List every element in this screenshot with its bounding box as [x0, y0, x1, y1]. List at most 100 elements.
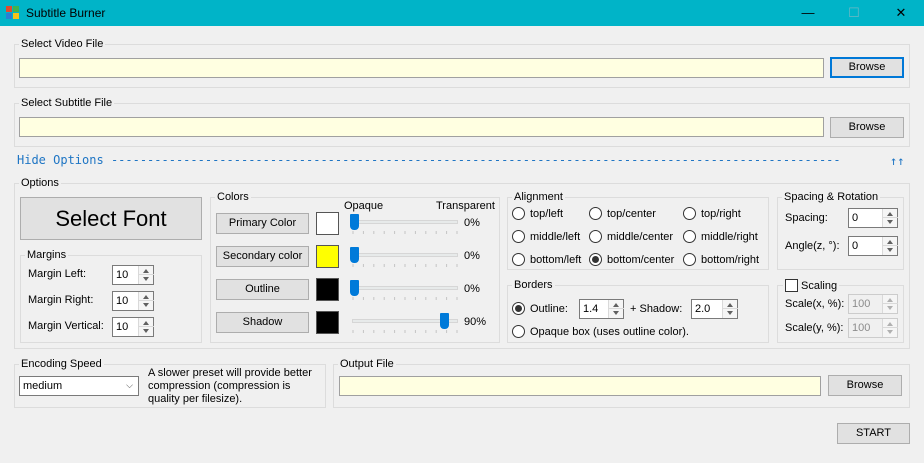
outline-swatch[interactable] — [316, 278, 339, 301]
radio-unselected-icon — [683, 253, 696, 266]
select-font-button[interactable]: Select Font — [20, 197, 202, 240]
outline-radio[interactable]: Outline: — [512, 302, 568, 315]
minimize-button[interactable]: — — [785, 0, 831, 26]
outline-label: Outline: — [530, 302, 568, 315]
app-icon — [6, 6, 20, 20]
scale-x-stepper[interactable]: 100 — [848, 294, 898, 314]
secondary-color-button[interactable]: Secondary color — [216, 246, 309, 267]
align-top-center-radio[interactable]: top/center — [589, 207, 656, 220]
opaque-box-radio[interactable]: Opaque box (uses outline color). — [512, 325, 689, 338]
maximize-button[interactable]: ☐ — [831, 0, 877, 26]
alignment-legend: Alignment — [512, 191, 565, 203]
colors-legend: Colors — [215, 191, 251, 203]
margin-right-stepper[interactable]: 10 — [112, 291, 154, 311]
margin-vertical-stepper[interactable]: 10 — [112, 317, 154, 337]
close-button[interactable]: ✕ — [878, 0, 924, 26]
spinner-arrows-icon[interactable] — [882, 237, 898, 255]
secondary-color-swatch[interactable] — [316, 245, 339, 268]
align-bottom-right-label: bottom/right — [701, 253, 760, 266]
margin-left-label: Margin Left: — [28, 268, 87, 280]
spinner-arrows-icon[interactable] — [882, 209, 898, 227]
secondary-color-slider-thumb[interactable] — [350, 247, 359, 263]
primary-color-slider-ticks — [352, 231, 458, 234]
shadow-swatch[interactable] — [316, 311, 339, 334]
spinner-arrows-icon[interactable] — [882, 295, 898, 313]
opaque-box-label: Opaque box (uses outline color). — [530, 325, 689, 338]
margin-left-stepper[interactable]: 10 — [112, 265, 154, 285]
primary-color-slider-track[interactable] — [352, 220, 458, 224]
spinner-arrows-icon[interactable] — [882, 319, 898, 337]
scale-y-stepper[interactable]: 100 — [848, 318, 898, 338]
shadow-slider-thumb[interactable] — [440, 313, 449, 329]
secondary-color-slider-track[interactable] — [352, 253, 458, 257]
primary-color-slider-thumb[interactable] — [350, 214, 359, 230]
opaque-label: Opaque — [344, 200, 384, 212]
align-bottom-left-label: bottom/left — [530, 253, 582, 266]
outline-value: 1.4 — [583, 303, 599, 315]
spinner-arrows-icon[interactable] — [138, 292, 154, 310]
align-bottom-center-label: bottom/center — [607, 253, 675, 266]
primary-color-swatch[interactable] — [316, 212, 339, 235]
align-middle-right-radio[interactable]: middle/right — [683, 230, 758, 243]
align-bottom-right-radio[interactable]: bottom/right — [683, 253, 759, 266]
subtitle-browse-button[interactable]: Browse — [830, 117, 904, 138]
outline-stepper[interactable]: 1.4 — [579, 299, 624, 319]
options-legend: Options — [19, 177, 61, 189]
angle-stepper[interactable]: 0 — [848, 236, 898, 256]
radio-unselected-icon — [683, 207, 696, 220]
radio-selected-icon — [512, 302, 525, 315]
output-browse-button[interactable]: Browse — [828, 375, 902, 396]
margin-left-value: 10 — [116, 269, 129, 281]
start-button[interactable]: START — [837, 423, 910, 444]
outline-slider-track[interactable] — [352, 286, 458, 290]
margin-right-label: Margin Right: — [28, 294, 94, 306]
hide-options-link[interactable]: Hide Options ---------------------------… — [17, 153, 907, 167]
primary-color-button[interactable]: Primary Color — [216, 213, 309, 234]
margins-legend: Margins — [25, 249, 69, 261]
outline-button[interactable]: Outline — [216, 279, 309, 300]
align-top-right-radio[interactable]: top/right — [683, 207, 741, 220]
angle-value: 0 — [852, 240, 859, 252]
video-file-input[interactable] — [19, 58, 824, 78]
output-file-input[interactable] — [339, 376, 821, 396]
shadow-size-stepper[interactable]: 2.0 — [691, 299, 738, 319]
align-middle-center-label: middle/center — [607, 230, 674, 243]
secondary-color-opacity-value: 0% — [464, 250, 480, 262]
spacing-value: 0 — [852, 212, 859, 224]
align-middle-center-radio[interactable]: middle/center — [589, 230, 673, 243]
align-middle-right-label: middle/right — [701, 230, 758, 243]
shadow-slider-ticks — [352, 330, 458, 333]
margin-vertical-value: 10 — [116, 321, 129, 333]
video-browse-button[interactable]: Browse — [830, 57, 904, 78]
transparent-label: Transparent — [436, 200, 495, 212]
align-bottom-left-radio[interactable]: bottom/left — [512, 253, 581, 266]
align-top-left-radio[interactable]: top/left — [512, 207, 563, 220]
borders-legend: Borders — [512, 279, 555, 291]
primary-color-opacity-value: 0% — [464, 217, 480, 229]
encoding-speed-select[interactable]: medium ⌵ — [19, 376, 139, 396]
spinner-arrows-icon[interactable] — [722, 300, 738, 318]
scale-x-value: 100 — [852, 298, 871, 310]
outline-slider-thumb[interactable] — [350, 280, 359, 296]
radio-unselected-icon — [512, 207, 525, 220]
spacing-stepper[interactable]: 0 — [848, 208, 898, 228]
scale-y-label: Scale(y, %): — [785, 322, 844, 334]
secondary-color-slider-ticks — [352, 264, 458, 267]
collapse-arrows-icon[interactable]: ↑↑ — [890, 154, 905, 168]
align-middle-left-label: middle/left — [530, 230, 581, 243]
radio-unselected-icon — [512, 230, 525, 243]
spinner-arrows-icon[interactable] — [608, 300, 624, 318]
spinner-arrows-icon[interactable] — [138, 266, 154, 284]
radio-selected-icon — [589, 253, 602, 266]
hide-options-dashes: ----------------------------------------… — [110, 153, 841, 167]
shadow-button[interactable]: Shadow — [216, 312, 309, 333]
align-bottom-center-radio[interactable]: bottom/center — [589, 253, 674, 266]
scaling-checkbox[interactable]: Scaling — [783, 279, 840, 292]
align-top-right-label: top/right — [701, 207, 741, 220]
encoding-speed-value: medium — [23, 380, 63, 392]
subtitle-file-input[interactable] — [19, 117, 824, 137]
align-middle-left-radio[interactable]: middle/left — [512, 230, 580, 243]
spinner-arrows-icon[interactable] — [138, 318, 154, 336]
shadow-size-label: + Shadow: — [630, 303, 683, 315]
window-title: Subtitle Burner — [26, 6, 106, 20]
